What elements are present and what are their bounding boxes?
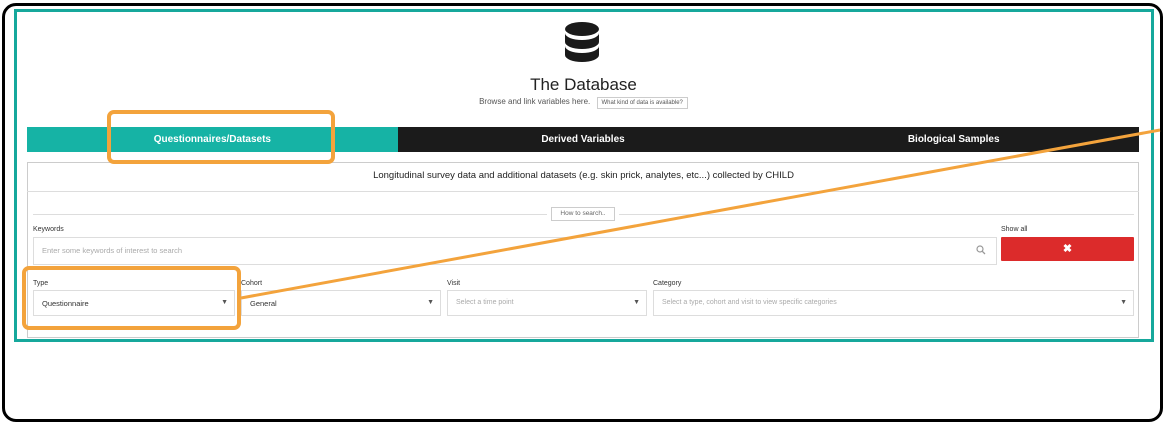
callout-line [240,128,1161,300]
